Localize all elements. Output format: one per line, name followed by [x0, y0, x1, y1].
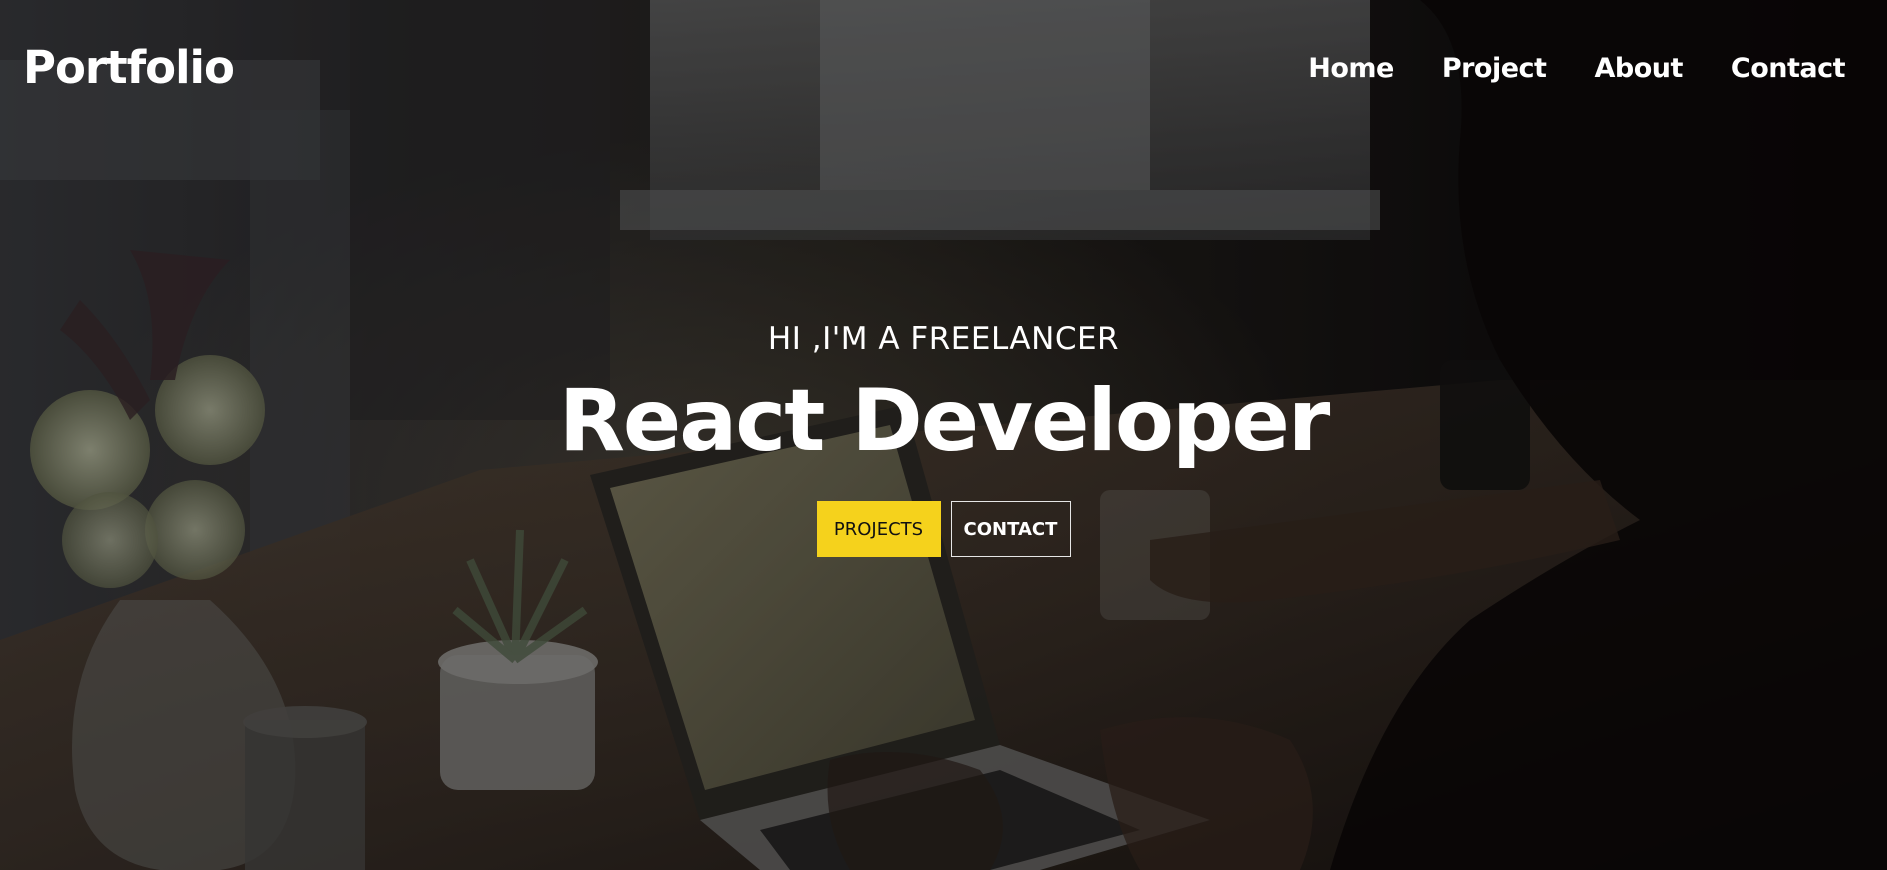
hero-content: HI ,I'M A FREELANCER React Developer PRO…: [0, 318, 1887, 557]
navbar: Portfolio Home Project About Contact: [0, 0, 1887, 140]
site-logo[interactable]: Portfolio: [23, 40, 235, 96]
hero-title: React Developer: [558, 371, 1331, 471]
nav-link-contact[interactable]: Contact: [1731, 50, 1846, 88]
nav-menu: Home Project About Contact: [1308, 50, 1845, 88]
nav-link-project[interactable]: Project: [1442, 50, 1547, 88]
nav-link-about[interactable]: About: [1594, 50, 1683, 88]
hero-buttons: PROJECTS CONTACT: [0, 501, 1887, 557]
hero-section: Portfolio Home Project About Contact HI …: [0, 0, 1887, 870]
contact-button[interactable]: CONTACT: [950, 501, 1071, 557]
hero-subtitle: HI ,I'M A FREELANCER: [767, 321, 1120, 357]
nav-link-home[interactable]: Home: [1308, 50, 1394, 88]
projects-button[interactable]: PROJECTS: [816, 501, 941, 557]
